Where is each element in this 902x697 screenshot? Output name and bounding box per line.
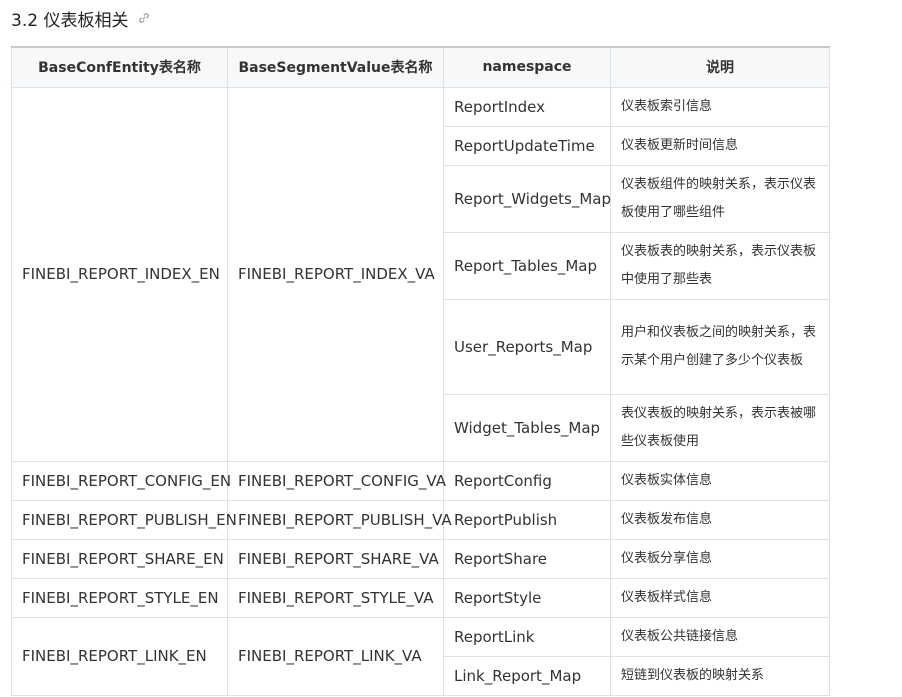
segment-cell: FINEBI_REPORT_SHARE_VA [227, 538, 444, 579]
header-description: 说明 [610, 46, 830, 88]
description-cell: 仪表板实体信息 [610, 460, 830, 501]
segment-cell: FINEBI_REPORT_LINK_VA [227, 616, 444, 696]
segment-cell: FINEBI_REPORT_PUBLISH_VA [227, 499, 452, 540]
description-cell: 用户和仪表板之间的映射关系，表示某个用户创建了多少个仪表板 [610, 298, 830, 395]
section-heading: 3.2 仪表板相关 [11, 6, 150, 31]
header-segment: BaseSegmentValue表名称 [227, 46, 444, 88]
table-row: FINEBI_REPORT_PUBLISH_EN FINEBI_REPORT_P… [11, 499, 830, 540]
namespace-cell: ReportStyle [443, 577, 611, 618]
entity-cell: FINEBI_REPORT_SHARE_EN [11, 538, 228, 579]
namespace-cell: User_Reports_Map [443, 298, 611, 395]
table-header-row: BaseConfEntity表名称 BaseSegmentValue表名称 na… [11, 46, 830, 88]
description-cell: 短链到仪表板的映射关系 [610, 655, 830, 696]
description-cell: 仪表板公共链接信息 [610, 616, 830, 657]
table-row: FINEBI_REPORT_SHARE_EN FINEBI_REPORT_SHA… [11, 538, 830, 579]
table-row: FINEBI_REPORT_LINK_EN FINEBI_REPORT_LINK… [11, 616, 830, 696]
segment-cell: FINEBI_REPORT_CONFIG_VA [227, 460, 446, 501]
namespace-cell: Widget_Tables_Map [443, 393, 611, 462]
entity-cell: FINEBI_REPORT_PUBLISH_EN [11, 499, 237, 540]
namespace-cell: ReportIndex [443, 86, 611, 127]
description-cell: 仪表板组件的映射关系，表示仪表板使用了哪些组件 [610, 164, 830, 233]
namespace-cell: ReportLink [443, 616, 611, 657]
table-row: FINEBI_REPORT_INDEX_EN FINEBI_REPORT_IND… [11, 86, 830, 462]
table-row: FINEBI_REPORT_CONFIG_EN FINEBI_REPORT_CO… [11, 460, 830, 501]
segment-cell: FINEBI_REPORT_STYLE_VA [227, 577, 444, 618]
namespace-cell: ReportShare [443, 538, 611, 579]
namespace-cell: Link_Report_Map [443, 655, 611, 696]
entity-cell: FINEBI_REPORT_STYLE_EN [11, 577, 228, 618]
namespace-cell: Report_Tables_Map [443, 231, 611, 300]
description-cell: 仪表板样式信息 [610, 577, 830, 618]
segment-cell: FINEBI_REPORT_INDEX_VA [227, 86, 444, 462]
section-title: 3.2 仪表板相关 [11, 10, 129, 31]
description-cell: 仪表板索引信息 [610, 86, 830, 127]
entity-cell: FINEBI_REPORT_LINK_EN [11, 616, 228, 696]
link-icon[interactable] [138, 12, 150, 24]
description-cell: 仪表板表的映射关系，表示仪表板中使用了那些表 [610, 231, 830, 300]
dashboard-tables-table: BaseConfEntity表名称 BaseSegmentValue表名称 na… [11, 46, 830, 696]
table-row: FINEBI_REPORT_STYLE_EN FINEBI_REPORT_STY… [11, 577, 830, 618]
namespace-cell: ReportPublish [443, 499, 611, 540]
description-cell: 仪表板分享信息 [610, 538, 830, 579]
header-namespace: namespace [443, 46, 611, 88]
description-cell: 表仪表板的映射关系，表示表被哪些仪表板使用 [610, 393, 830, 462]
description-cell: 仪表板更新时间信息 [610, 125, 830, 166]
description-cell: 仪表板发布信息 [610, 499, 830, 540]
header-entity: BaseConfEntity表名称 [11, 46, 228, 88]
entity-cell: FINEBI_REPORT_CONFIG_EN [11, 460, 231, 501]
namespace-cell: ReportUpdateTime [443, 125, 611, 166]
namespace-cell: Report_Widgets_Map [443, 164, 611, 233]
namespace-cell: ReportConfig [443, 460, 611, 501]
entity-cell: FINEBI_REPORT_INDEX_EN [11, 86, 228, 462]
